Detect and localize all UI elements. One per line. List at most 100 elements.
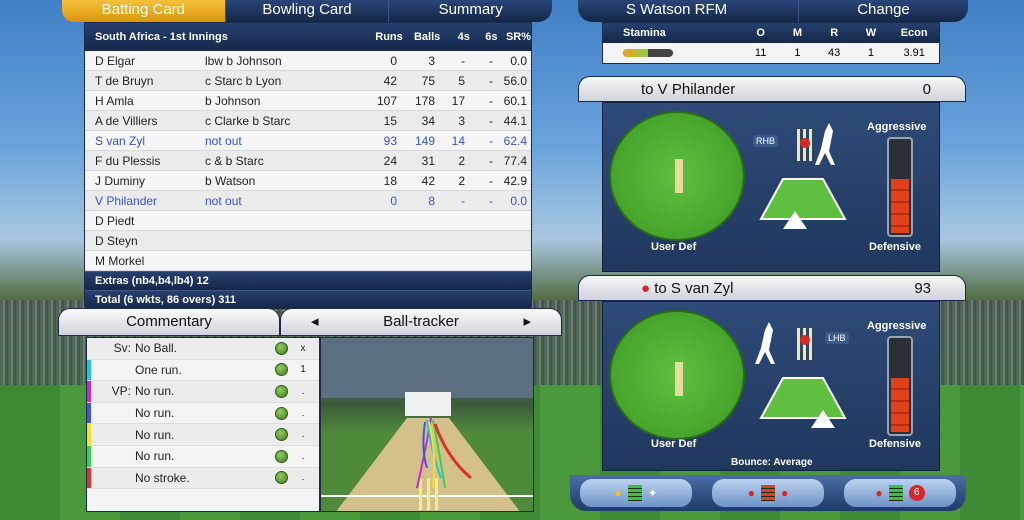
tracker-prev-icon[interactable]: ◂ bbox=[311, 309, 319, 335]
lightbulb-icon: ✦ bbox=[647, 486, 658, 500]
pitch-top bbox=[675, 159, 683, 193]
balls: 75 bbox=[421, 73, 435, 88]
batting-row[interactable]: V Philander not out 0 8 - - 0.0 bbox=[85, 191, 531, 211]
batsman-name: V Philander bbox=[95, 193, 158, 208]
batting-row[interactable]: A de Villiers c Clarke b Starc 15 34 3 -44.1 bbox=[85, 111, 531, 131]
commentary-text: One run. bbox=[135, 362, 182, 377]
field-setting-bottom[interactable] bbox=[609, 310, 745, 440]
tab-commentary[interactable]: Commentary bbox=[58, 308, 280, 336]
sixes: - bbox=[489, 133, 493, 148]
field-label-bottom: User Def bbox=[651, 438, 697, 450]
ball-icon[interactable] bbox=[275, 428, 288, 442]
ball-icon[interactable] bbox=[275, 406, 288, 420]
meter-icon bbox=[627, 485, 642, 501]
conditions-button[interactable]: ● ✦ bbox=[580, 479, 692, 507]
commentary-text: No Ball. bbox=[135, 341, 178, 356]
fours: - bbox=[461, 53, 465, 68]
sight-screen bbox=[405, 392, 451, 416]
tracker-label: Ball-tracker bbox=[383, 313, 459, 330]
aggression-meter-bottom[interactable] bbox=[887, 336, 913, 436]
delivery-color-marker bbox=[87, 424, 91, 445]
batting-row[interactable]: H Amla b Johnson 107 178 17 -60.1 bbox=[85, 91, 531, 111]
batting-row[interactable]: T de Bruyn c Starc b Lyon 42 75 5 -56.0 bbox=[85, 71, 531, 91]
batting-rows: D Elgar lbw b Johnson 0 3 - - 0.0 T de Bruyn c S… bbox=[85, 51, 531, 271]
batsman-panel-bottom-header: ● to S van Zyl 93 bbox=[578, 275, 966, 301]
crease-bottom bbox=[759, 377, 847, 419]
batsman-top-score: 0 bbox=[922, 80, 931, 98]
ball-icon[interactable] bbox=[275, 471, 288, 485]
ball-icon: ● bbox=[875, 486, 883, 500]
balls: 3 bbox=[428, 53, 435, 68]
bowler-stats-values: 11 1 43 1 3.91 bbox=[603, 43, 939, 63]
tab-summary[interactable]: Summary bbox=[389, 0, 552, 22]
sixes: - bbox=[489, 93, 493, 108]
maidens-header: M bbox=[792, 27, 802, 39]
aggressive-label-top: Aggressive bbox=[867, 121, 927, 133]
meter-icon bbox=[888, 485, 903, 501]
boundary-button[interactable]: ● 6 bbox=[844, 479, 956, 507]
change-bowler-button[interactable]: Change bbox=[798, 0, 968, 22]
crease-top bbox=[759, 178, 847, 220]
extras: Extras (nb4,b4,lb4) 12 bbox=[85, 271, 531, 290]
commentary-row[interactable]: Sv: No Ball. x bbox=[87, 338, 319, 360]
commentary-row[interactable]: No run.. bbox=[87, 402, 319, 425]
tab-ball-tracker[interactable]: ◂ Ball-tracker ▸ bbox=[280, 308, 562, 336]
line-length-button[interactable]: ● ● bbox=[712, 479, 824, 507]
stump-2 bbox=[427, 478, 430, 510]
batsman-stance-bottom[interactable]: LHB bbox=[753, 318, 853, 428]
field-setting-top[interactable] bbox=[609, 111, 745, 241]
commentary-row[interactable]: One run. 1 bbox=[87, 359, 319, 382]
runs: 15 bbox=[383, 113, 397, 128]
sixes: - bbox=[489, 193, 493, 208]
stamina-header: Stamina bbox=[623, 27, 666, 39]
batsman-stance-top[interactable]: RHB bbox=[753, 119, 853, 229]
runs: 42 bbox=[383, 73, 397, 88]
batting-row[interactable]: F du Plessis c & b Starc 24 31 2 -77.4 bbox=[85, 151, 531, 171]
col-sr: SR% bbox=[505, 31, 531, 43]
tab-bowling-card[interactable]: Bowling Card bbox=[226, 0, 390, 22]
batsman-name: D Piedt bbox=[95, 213, 135, 228]
batting-row[interactable]: S van Zyl not out 93 149 14 -62.4 bbox=[85, 131, 531, 151]
batsman-panel-bottom: User Def LHB Aggressive Defensive Bounce… bbox=[602, 301, 940, 471]
commentary-row[interactable]: No run.. bbox=[87, 424, 319, 446]
stump-1 bbox=[419, 478, 422, 510]
pitch-bottom bbox=[675, 362, 683, 396]
sixes: - bbox=[489, 53, 493, 68]
commentary-text: No stroke. bbox=[135, 470, 190, 485]
ball-icon[interactable] bbox=[275, 363, 288, 377]
scorecard-tabs: Batting Card Bowling Card Summary bbox=[62, 0, 552, 22]
batting-row[interactable]: M Morkel bbox=[85, 251, 531, 271]
overs-header: O bbox=[756, 27, 765, 39]
sixes: - bbox=[489, 113, 493, 128]
wickets-value: 1 bbox=[867, 47, 874, 59]
batsman-panel-top: User Def RHB Aggressive Defensive bbox=[602, 102, 940, 272]
runs: 93 bbox=[383, 133, 397, 148]
defensive-label-top: Defensive bbox=[869, 241, 921, 253]
batting-row[interactable]: D Steyn bbox=[85, 231, 531, 251]
batting-row[interactable]: D Elgar lbw b Johnson 0 3 - - 0.0 bbox=[85, 51, 531, 71]
bounce-label: Bounce: Average bbox=[731, 457, 813, 468]
ball-icon[interactable] bbox=[275, 449, 288, 463]
batsman-icon bbox=[815, 123, 835, 165]
batting-row[interactable]: J Duminy b Watson 18 42 2 -42.9 bbox=[85, 171, 531, 191]
ball-icon[interactable] bbox=[275, 384, 288, 398]
batsman-bottom-score: 93 bbox=[914, 279, 931, 297]
commentary-row[interactable]: No run.. bbox=[87, 445, 319, 468]
bowler-name: S Watson RFM bbox=[626, 1, 728, 18]
aggression-meter-top[interactable] bbox=[887, 137, 913, 237]
meter-icon bbox=[761, 485, 775, 501]
batting-row[interactable]: D Piedt bbox=[85, 211, 531, 231]
sun-icon: ● bbox=[614, 486, 622, 500]
dismissal: not out bbox=[205, 133, 242, 148]
delivery-result: x bbox=[300, 342, 306, 354]
ball-icon[interactable] bbox=[275, 341, 288, 355]
tab-batting-card[interactable]: Batting Card bbox=[62, 0, 226, 22]
batsman-name: M Morkel bbox=[95, 253, 145, 268]
tracker-next-icon[interactable]: ▸ bbox=[523, 309, 531, 335]
delivery-color-marker bbox=[87, 338, 91, 359]
fours: 2 bbox=[458, 173, 465, 188]
commentary-row[interactable]: VP: No run.. bbox=[87, 381, 319, 403]
commentary-row[interactable]: No stroke.. bbox=[87, 467, 319, 490]
strike-rate: 42.9 bbox=[503, 173, 527, 188]
runs: 0 bbox=[390, 53, 397, 68]
